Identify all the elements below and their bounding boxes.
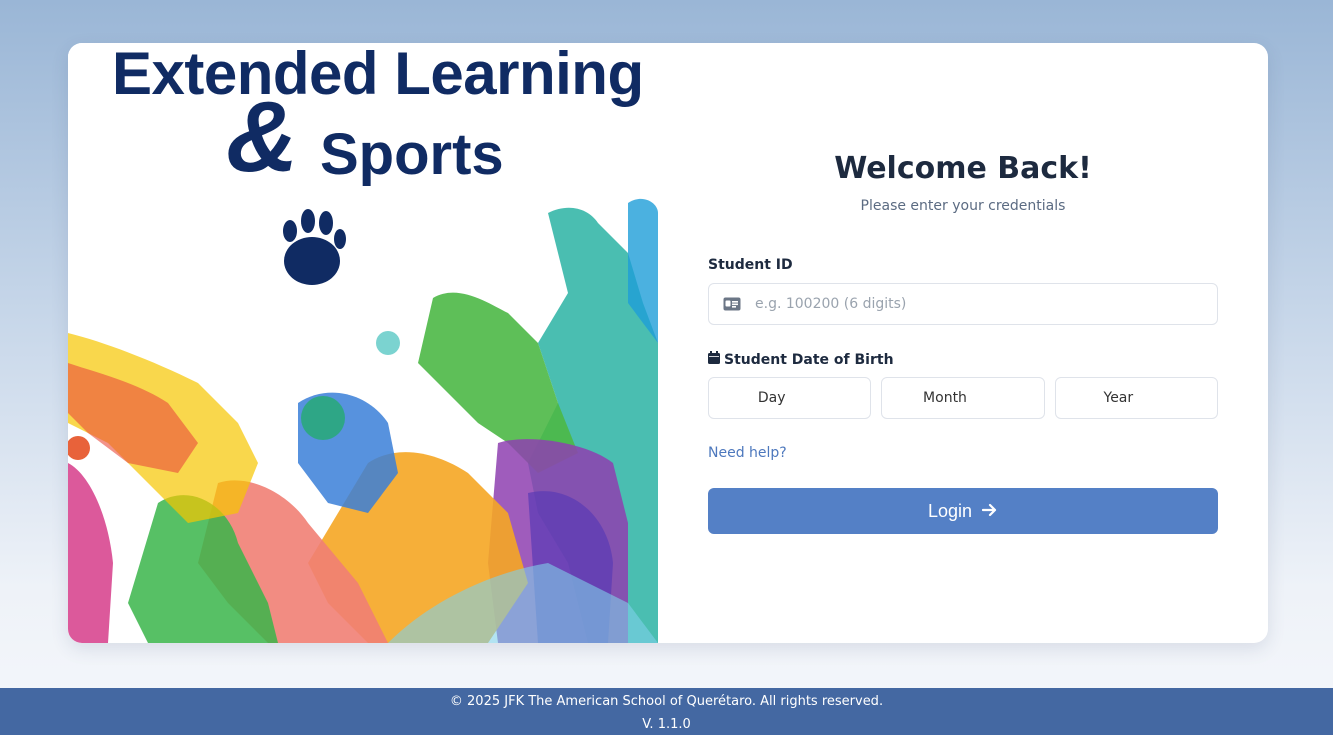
student-id-input[interactable] xyxy=(755,296,1195,312)
calendar-icon xyxy=(708,351,720,368)
year-select[interactable]: Year xyxy=(1054,377,1218,419)
footer-version: V. 1.1.0 xyxy=(642,717,691,732)
id-card-icon xyxy=(709,297,755,311)
need-help-link[interactable]: Need help? xyxy=(708,445,787,461)
page-title: Welcome Back! xyxy=(834,151,1092,186)
dob-selects: Day Month Year xyxy=(708,377,1218,419)
login-button[interactable]: Login xyxy=(708,488,1218,534)
arrow-right-icon xyxy=(981,501,998,522)
dob-label: Student Date of Birth xyxy=(708,351,894,368)
login-button-label: Login xyxy=(927,500,973,521)
paw-icon xyxy=(283,209,346,285)
hero-title-line2: Sports xyxy=(320,122,504,187)
hero-ampersand: & xyxy=(226,81,299,193)
hero-image: Extended Learning & Sports xyxy=(68,43,658,643)
student-id-field[interactable] xyxy=(708,283,1218,325)
login-card: Extended Learning & Sports Welcome Back!… xyxy=(68,43,1268,643)
page-subtitle: Please enter your credentials xyxy=(860,198,1066,214)
footer-copyright: © 2025 JFK The American School of Querét… xyxy=(449,694,884,709)
student-id-label: Student ID xyxy=(708,257,793,273)
footer: © 2025 JFK The American School of Querét… xyxy=(0,688,1333,735)
month-select[interactable]: Month xyxy=(881,377,1045,419)
hero-title-line1: Extended Learning xyxy=(112,43,644,107)
login-form-panel: Welcome Back! Please enter your credenti… xyxy=(658,43,1268,643)
day-select[interactable]: Day xyxy=(708,377,872,419)
